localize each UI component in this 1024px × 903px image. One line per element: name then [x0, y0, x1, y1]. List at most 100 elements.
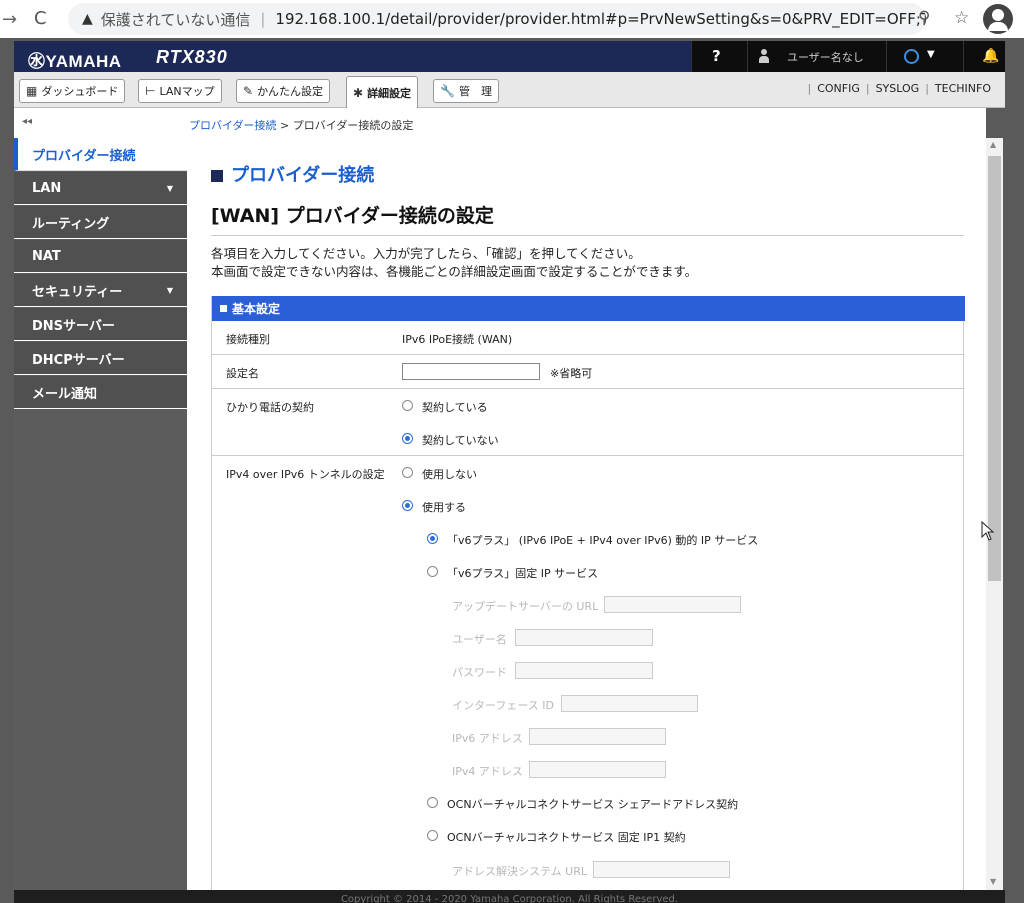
chevron-down-icon[interactable]: ▼ [927, 49, 935, 60]
tab-lan-map[interactable]: ⊢ LANマップ [138, 79, 222, 103]
setting-name-input[interactable] [402, 363, 540, 380]
sidebar-item-label: NAT [32, 248, 61, 264]
sidebar-item-dns[interactable]: DNSサーバー [14, 308, 187, 341]
update-url-input[interactable] [604, 596, 741, 613]
ocn-shared-radio[interactable] [427, 797, 438, 808]
tunnel-label: IPv4 over IPv6 トンネルの設定 [226, 468, 385, 481]
breadcrumb-link-provider[interactable]: プロバイダー接続 [189, 119, 277, 132]
lan-map-icon: ⊢ [145, 84, 156, 98]
zoom-icon[interactable]: ⚲ [918, 8, 930, 28]
tunnel-enable-radio[interactable] [402, 500, 413, 511]
sidebar-item-routing[interactable]: ルーティング [14, 206, 187, 239]
hikari-not-contracted-radio[interactable] [402, 433, 413, 444]
yamaha-logo[interactable]: ㊌YAMAHA [28, 47, 122, 72]
sidebar-item-nat[interactable]: NAT [14, 240, 187, 273]
sidebar-item-label: LAN [32, 180, 62, 196]
v6plus-dynamic-radio[interactable] [427, 533, 438, 544]
row-hikari-phone: ひかり電話の契約 契約している 契約していない [212, 389, 963, 456]
ocn-fixed-radio[interactable] [427, 830, 438, 841]
profile-avatar-icon[interactable] [983, 4, 1013, 34]
browser-toolbar: → C ▲ 保護されていない通信 | 192.168.100.1/detail/… [0, 0, 1024, 38]
url-text: 192.168.100.1/detail/provider/provider.h… [275, 10, 926, 28]
scroll-down-icon[interactable]: ▼ [990, 877, 996, 886]
techinfo-link[interactable]: TECHINFO [935, 82, 991, 95]
sidebar: ◂◂ プロバイダー接続 LAN ▼ ルーティング NAT セキュリティー ▼ D… [14, 108, 187, 890]
tab-advanced-settings[interactable]: ✱ 詳細設定 [346, 76, 419, 108]
breadcrumb-current: > プロバイダー接続の設定 [276, 119, 414, 132]
tab-easy-setup[interactable]: ✎ かんたん設定 [236, 79, 331, 103]
ipv4-address-input[interactable] [529, 761, 666, 778]
v6plus-fixed-radio[interactable] [427, 566, 438, 577]
header-divider [886, 41, 887, 72]
warning-icon[interactable]: ▲ [82, 11, 93, 27]
optional-note: ※省略可 [550, 367, 593, 380]
address-resolution-url-input[interactable] [593, 861, 730, 878]
tab-management[interactable]: 🔧 管 理 [433, 79, 499, 103]
bell-icon[interactable]: 🔔 [982, 48, 999, 64]
tab-label: 詳細設定 [367, 86, 412, 100]
hikari-contracted-label[interactable]: 契約している [422, 399, 488, 415]
ipv6-address-input[interactable] [529, 728, 666, 745]
header-divider [963, 41, 964, 72]
collapse-sidebar-icon[interactable]: ◂◂ [22, 116, 32, 127]
sidebar-item-security[interactable]: セキュリティー ▼ [14, 274, 187, 307]
chevron-down-icon: ▼ [166, 286, 173, 295]
main-scrollbar[interactable]: ▲ ▼ [986, 138, 1003, 890]
breadcrumb: プロバイダー接続 > プロバイダー接続の設定 [189, 117, 413, 133]
syslog-link[interactable]: SYSLOG [876, 82, 920, 95]
hikari-contracted-radio[interactable] [402, 400, 413, 411]
model-name: RTX830 [156, 47, 228, 67]
chevron-down-icon: ▼ [166, 184, 173, 193]
description: 各項目を入力してください。入力が完了したら、「確認」を押してください。 本画面で… [211, 245, 697, 281]
tab-label: LANマップ [159, 85, 215, 98]
hikari-not-contracted-label[interactable]: 契約していない [422, 432, 499, 448]
user-icon[interactable] [759, 49, 769, 64]
ocn-fixed-label[interactable]: OCNバーチャルコネクトサービス 固定 IP1 契約 [447, 829, 686, 845]
tunnel-disable-radio[interactable] [402, 467, 413, 478]
password-input[interactable] [515, 662, 653, 679]
ipv6-address-label: IPv6 アドレス [452, 732, 523, 745]
user-name[interactable]: ユーザー名なし [787, 49, 864, 65]
table-header-text: 基本設定 [232, 302, 281, 316]
connection-type-label: 接続種別 [226, 333, 270, 346]
help-button[interactable]: ? [712, 47, 721, 65]
v6plus-fixed-label[interactable]: 「v6プラス」固定 IP サービス [447, 565, 598, 581]
title-divider [211, 235, 964, 236]
sidebar-item-lan[interactable]: LAN ▼ [14, 172, 187, 205]
wrench-icon: 🔧 [440, 84, 455, 98]
sidebar-item-mail[interactable]: メール通知 [14, 376, 187, 409]
reload-icon[interactable]: C [34, 8, 47, 29]
ocn-shared-label[interactable]: OCNバーチャルコネクトサービス シェアードアドレス契約 [447, 796, 738, 812]
row-tunnel-setting: IPv4 over IPv6 トンネルの設定 使用しない 使用する 「v6プラス… [212, 456, 963, 890]
dashboard-icon: ▦ [26, 84, 38, 98]
status-ring-icon[interactable] [904, 49, 919, 64]
tab-dashboard[interactable]: ▦ ダッシュボード [19, 79, 126, 103]
sidebar-item-label: DNSサーバー [32, 318, 115, 334]
top-links: | CONFIG | SYSLOG | TECHINFO [801, 82, 991, 95]
sidebar-item-dhcp[interactable]: DHCPサーバー [14, 342, 187, 375]
ipv4-address-label: IPv4 アドレス [452, 765, 523, 778]
footer-copyright: Copyright © 2014 - 2020 Yamaha Corporati… [14, 890, 1005, 903]
tunnel-enable-label[interactable]: 使用する [422, 499, 466, 515]
section-title: プロバイダー接続 [211, 161, 374, 187]
sidebar-collapse-row: ◂◂ [14, 108, 187, 138]
sidebar-item-label: DHCPサーバー [32, 352, 125, 368]
config-link[interactable]: CONFIG [817, 82, 860, 95]
sidebar-item-provider[interactable]: プロバイダー接続 [14, 138, 187, 171]
star-icon[interactable]: ☆ [954, 8, 969, 28]
address-bar[interactable]: ▲ 保護されていない通信 | 192.168.100.1/detail/prov… [68, 3, 926, 35]
interface-id-input[interactable] [561, 695, 698, 712]
sidebar-item-label: メール通知 [32, 386, 98, 402]
username-input[interactable] [515, 629, 653, 646]
interface-id-label: インターフェース ID [452, 699, 555, 712]
tunnel-disable-label[interactable]: 使用しない [422, 466, 477, 482]
link-separator: | [865, 82, 870, 95]
main-content: プロバイダー接続 > プロバイダー接続の設定 プロバイダー接続 [WAN] プロ… [187, 108, 986, 890]
scroll-up-icon[interactable]: ▲ [990, 140, 996, 149]
insecure-label: 保護されていない通信 [100, 10, 251, 29]
forward-icon[interactable]: → [2, 9, 17, 30]
scroll-thumb[interactable] [988, 156, 1001, 581]
header-right-panel: ? ユーザー名なし ▼ 🔔 [691, 41, 1005, 72]
header-divider [747, 41, 748, 72]
v6plus-dynamic-label[interactable]: 「v6プラス」 (IPv6 IPoE + IPv4 over IPv6) 動的 … [447, 532, 758, 548]
